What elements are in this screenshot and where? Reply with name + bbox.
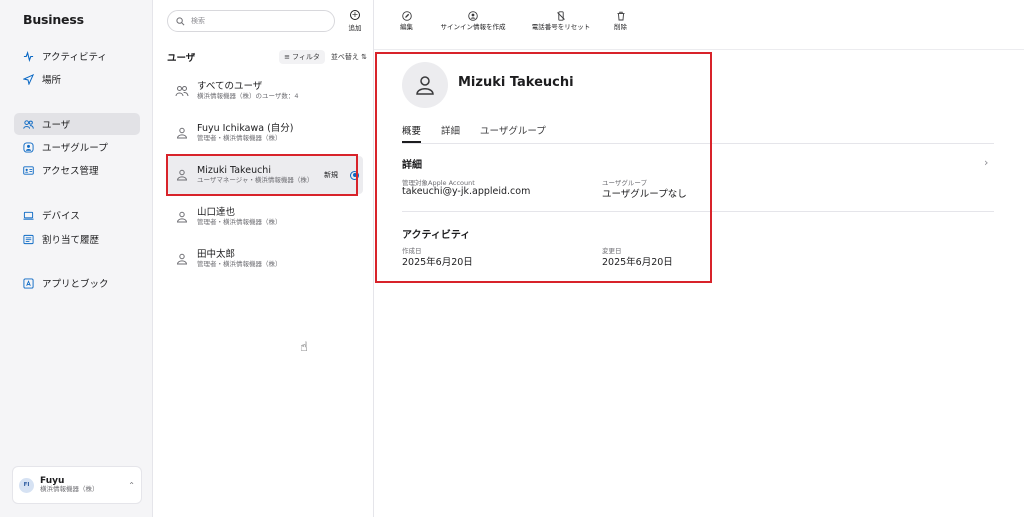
pointer-hand-icon: ☝ — [300, 340, 308, 355]
person-circle-icon — [468, 10, 479, 21]
list-item-user[interactable]: 田中太郎 管理者・横浜情報機器（株） — [167, 240, 363, 278]
sidebar-item-users[interactable]: ユーザ — [14, 113, 140, 135]
sidebar: Business アクティビティ 場所 ユーザ ユーザグループ アクセス管理 デ… — [0, 0, 153, 517]
search-input[interactable] — [191, 17, 321, 25]
detail-tabs: 概要 詳細 ユーザグループ — [402, 123, 546, 143]
location-arrow-icon — [22, 73, 34, 85]
list-item-user[interactable]: Fuyu Ichikawa (自分) 管理者・横浜情報機器（株） — [167, 114, 363, 152]
sidebar-item-label: アクセス管理 — [42, 166, 99, 177]
list-item-user[interactable]: 山口達也 管理者・横浜情報機器（株） — [167, 198, 363, 236]
brand-logo: Business — [22, 12, 84, 27]
sidebar-item-assignment-history[interactable]: 割り当て履歴 — [14, 228, 140, 250]
sidebar-item-label: ユーザ — [42, 120, 71, 131]
sidebar-item-user-groups[interactable]: ユーザグループ — [14, 136, 140, 158]
user-subtitle: 管理者・横浜情報機器（株） — [197, 259, 282, 268]
sidebar-item-label: ユーザグループ — [42, 143, 108, 154]
page-title: Mizuki Takeuchi — [458, 75, 574, 90]
add-user-label: 追加 — [348, 24, 362, 32]
list-title: ユーザ — [167, 53, 196, 64]
create-signin-button[interactable]: サインイン情報を作成 — [438, 10, 508, 31]
edit-icon — [401, 10, 412, 21]
delete-button[interactable]: 削除 — [614, 10, 627, 31]
history-list-icon — [22, 233, 34, 245]
user-subtitle: ユーザマネージャ・横浜情報機器（株） — [197, 175, 314, 184]
modified-value: 2025年6月20日 — [602, 257, 673, 268]
sidebar-item-label: アクティビティ — [42, 52, 107, 63]
managed-account-value: takeuchi@y-jk.appleid.com — [402, 186, 531, 197]
user-subtitle: 横浜情報機器（株）のユーザ数：4 — [197, 91, 299, 100]
filter-icon: ≡ — [284, 53, 291, 61]
users-icon — [22, 118, 34, 130]
new-badge: 新規 — [324, 171, 338, 179]
person-icon — [416, 76, 434, 95]
create-signin-label: サインイン情報を作成 — [440, 23, 506, 31]
list-item-user-selected[interactable]: Mizuki Takeuchi ユーザマネージャ・横浜情報機器（株） 新規 ☝ — [167, 156, 363, 355]
divider — [402, 211, 994, 212]
selected-radio-icon — [350, 170, 359, 180]
created-value: 2025年6月20日 — [402, 257, 473, 268]
plus-circle-icon: + — [350, 10, 360, 20]
account-org: 横浜情報機器（株） — [40, 485, 99, 494]
user-group-value: ユーザグループなし — [602, 189, 687, 200]
user-subtitle: 管理者・横浜情報機器（株） — [197, 133, 282, 142]
list-item-all-users[interactable]: すべてのユーザ 横浜情報機器（株）のユーザ数：4 — [167, 72, 363, 110]
search-icon — [176, 16, 185, 26]
user-group-icon — [22, 141, 34, 153]
brand-name: Business — [23, 12, 84, 27]
reset-phone-button[interactable]: 電話番号をリセット — [526, 10, 596, 31]
tab-overview[interactable]: 概要 — [402, 123, 422, 143]
person-icon — [175, 252, 189, 266]
list-header: ユーザ ≡ フィルタ 並べ替え ⇅ — [167, 50, 367, 64]
laptop-icon — [22, 209, 34, 221]
toolbar: 編集 サインイン情報を作成 電話番号をリセット 削除 — [374, 0, 1024, 50]
person-icon — [175, 126, 189, 140]
avatar: FI — [19, 477, 34, 493]
avatar — [402, 62, 448, 108]
section-title-activity: アクティビティ — [402, 230, 471, 241]
delete-label: 削除 — [614, 23, 627, 31]
section-title-details: 詳細 — [402, 160, 422, 171]
tab-details[interactable]: 詳細 — [441, 123, 460, 143]
sidebar-item-activity[interactable]: アクティビティ — [14, 45, 140, 67]
user-detail-panel: Mizuki Takeuchi 概要 詳細 ユーザグループ 詳細 › 管理対象A… — [374, 50, 1024, 517]
user-subtitle: 管理者・横浜情報機器（株） — [197, 217, 282, 226]
account-switcher[interactable]: FI Fuyu 横浜情報機器（株） ⌃ — [12, 466, 142, 504]
sidebar-item-label: 割り当て履歴 — [42, 235, 100, 246]
sidebar-item-label: アプリとブック — [42, 279, 109, 290]
divider — [402, 143, 994, 144]
edit-button[interactable]: 編集 — [400, 10, 413, 31]
sort-button[interactable]: 並べ替え ⇅ — [331, 52, 367, 62]
user-list-panel: + 追加 ユーザ ≡フィルタ 並べ替え ⇅ すべてのユーザ 横浜情報機器（株）の… — [153, 0, 374, 517]
sidebar-item-label: 場所 — [42, 75, 62, 86]
person-icon — [175, 168, 189, 182]
users-icon — [175, 84, 189, 98]
activity-icon — [22, 50, 34, 62]
sidebar-item-access-management[interactable]: アクセス管理 — [14, 159, 140, 181]
trash-icon — [615, 10, 626, 21]
chevron-up-down-icon: ⌃ — [128, 480, 135, 490]
person-icon — [175, 210, 189, 224]
filter-label: フィルタ — [292, 53, 320, 61]
phone-slash-icon — [556, 10, 567, 21]
id-card-icon — [22, 164, 34, 176]
sidebar-item-devices[interactable]: デバイス — [14, 204, 140, 226]
sidebar-item-locations[interactable]: 場所 — [14, 68, 140, 90]
add-user-button[interactable]: + 追加 — [343, 10, 367, 32]
sidebar-item-apps-and-books[interactable]: アプリとブック — [14, 272, 140, 294]
filter-button[interactable]: ≡ フィルタ — [279, 50, 325, 64]
tab-user-groups[interactable]: ユーザグループ — [480, 123, 546, 143]
sidebar-item-label: デバイス — [42, 211, 80, 222]
app-store-icon — [22, 277, 34, 289]
search-box[interactable] — [167, 10, 335, 32]
edit-label: 編集 — [400, 23, 413, 31]
reset-phone-label: 電話番号をリセット — [531, 23, 591, 31]
chevron-right-icon[interactable]: › — [984, 156, 988, 169]
